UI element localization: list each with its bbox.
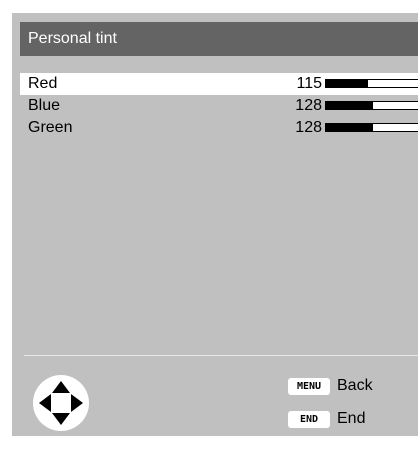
setting-label: Green: [28, 119, 73, 136]
footer-divider: [24, 355, 418, 356]
dpad-arrows-icon: [33, 375, 89, 431]
settings-menu-panel: Personal tint Red 115 Blue 128 Green 128: [12, 13, 418, 436]
back-key-hint[interactable]: MENU Back: [288, 375, 373, 397]
arrow-left-icon: [39, 394, 51, 412]
menu-title: Personal tint: [20, 22, 418, 56]
menu-key-badge: MENU: [288, 377, 330, 395]
end-label: End: [337, 410, 366, 427]
level-slider[interactable]: [325, 123, 418, 132]
level-slider[interactable]: [325, 101, 418, 110]
end-key-badge: END: [288, 410, 330, 428]
setting-row-red[interactable]: Red 115: [20, 73, 418, 95]
setting-value: 115: [296, 75, 322, 92]
setting-row-green[interactable]: Green 128: [20, 117, 418, 139]
arrow-down-icon: [52, 413, 70, 425]
level-fill: [326, 124, 373, 131]
setting-value: 128: [295, 97, 322, 114]
arrow-right-icon: [71, 394, 83, 412]
setting-row-blue[interactable]: Blue 128: [20, 95, 418, 117]
back-label: Back: [337, 377, 373, 394]
setting-label: Red: [28, 75, 58, 92]
level-fill: [326, 80, 369, 87]
level-slider[interactable]: [325, 79, 418, 88]
settings-list: Red 115 Blue 128 Green 128: [20, 73, 418, 139]
end-key-hint[interactable]: END End: [288, 408, 365, 430]
setting-value: 128: [295, 119, 322, 136]
arrow-up-icon: [52, 381, 70, 393]
setting-label: Blue: [28, 97, 61, 114]
level-fill: [326, 102, 373, 109]
